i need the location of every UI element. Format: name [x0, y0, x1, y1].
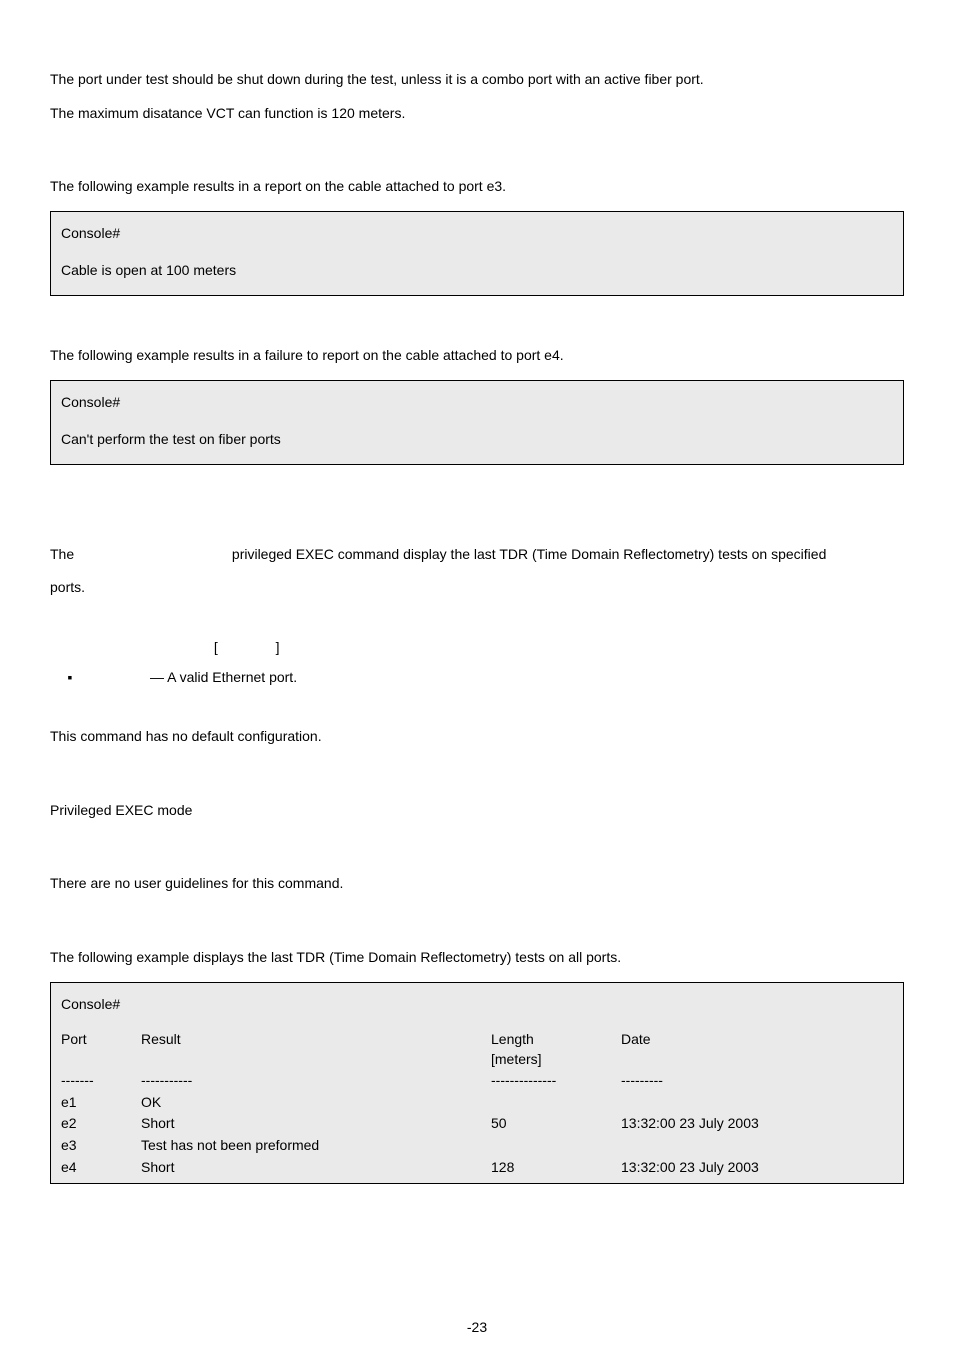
cell-length [491, 1136, 621, 1156]
example-lead: The following example displays the last … [50, 948, 904, 968]
bracket-open: [ [214, 639, 218, 655]
divider: --------- [621, 1071, 893, 1091]
table-row: e2 Short 50 13:32:00 23 July 2003 [61, 1114, 893, 1134]
cell-port: e1 [61, 1093, 141, 1113]
col-header-result: Result [141, 1030, 491, 1069]
cell-result: Short [141, 1114, 491, 1134]
cell-date [621, 1093, 893, 1113]
parameter-bullet: ▪ — A valid Ethernet port. [50, 668, 904, 688]
col-header-length: Length [meters] [491, 1030, 621, 1069]
default-config: This command has no default configuratio… [50, 727, 904, 747]
syntax-line: [ ] [50, 638, 904, 658]
desc-text: ports. [50, 578, 904, 598]
table-header-row: Port Result Length [meters] Date [61, 1030, 893, 1069]
cell-result: Test has not been preformed [141, 1136, 491, 1156]
length-header-l1: Length [491, 1030, 621, 1050]
cell-port: e4 [61, 1158, 141, 1178]
desc-text: privileged EXEC command display the last… [232, 546, 826, 562]
console-output-box: Console# Port Result Length [meters] Dat… [50, 982, 904, 1185]
console-output-box: Console# Cable is open at 100 meters [50, 211, 904, 296]
cell-result: OK [141, 1093, 491, 1113]
console-prompt: Console# [61, 995, 893, 1015]
divider: ----------- [141, 1071, 491, 1091]
user-guidelines: There are no user guidelines for this co… [50, 874, 904, 894]
bullet-icon: ▪ [50, 668, 90, 688]
console-output-line: Can't perform the test on fiber ports [61, 430, 893, 450]
parameter-text: — A valid Ethernet port. [150, 668, 297, 688]
length-header-l2: [meters] [491, 1050, 621, 1070]
example-lead: The following example results in a repor… [50, 177, 904, 197]
console-output-box: Console# Can't perform the test on fiber… [50, 380, 904, 465]
col-header-port: Port [61, 1030, 141, 1069]
console-prompt: Console# [61, 224, 893, 244]
table-row: e4 Short 128 13:32:00 23 July 2003 [61, 1158, 893, 1178]
console-output-line: Cable is open at 100 meters [61, 261, 893, 281]
col-header-date: Date [621, 1030, 893, 1069]
example-lead: The following example results in a failu… [50, 346, 904, 366]
cell-length: 128 [491, 1158, 621, 1178]
cell-date: 13:32:00 23 July 2003 [621, 1158, 893, 1178]
divider: -------------- [491, 1071, 621, 1091]
cell-date [621, 1136, 893, 1156]
cell-length: 50 [491, 1114, 621, 1134]
table-row: e1 OK [61, 1093, 893, 1113]
cell-result: Short [141, 1158, 491, 1178]
command-mode: Privileged EXEC mode [50, 801, 904, 821]
body-paragraph: The port under test should be shut down … [50, 70, 904, 90]
divider: ------- [61, 1071, 141, 1091]
command-description: The privileged EXEC command display the … [50, 545, 904, 565]
body-paragraph: The maximum disatance VCT can function i… [50, 104, 904, 124]
console-prompt: Console# [61, 393, 893, 413]
desc-text: The [50, 546, 74, 562]
table-divider-row: ------- ----------- -------------- -----… [61, 1071, 893, 1091]
table-row: e3 Test has not been preformed [61, 1136, 893, 1156]
cell-port: e2 [61, 1114, 141, 1134]
cell-date: 13:32:00 23 July 2003 [621, 1114, 893, 1134]
cell-port: e3 [61, 1136, 141, 1156]
tdr-result-table: Port Result Length [meters] Date -------… [61, 1030, 893, 1177]
page-number: -23 [0, 1318, 954, 1338]
bracket-close: ] [276, 639, 280, 655]
cell-length [491, 1093, 621, 1113]
